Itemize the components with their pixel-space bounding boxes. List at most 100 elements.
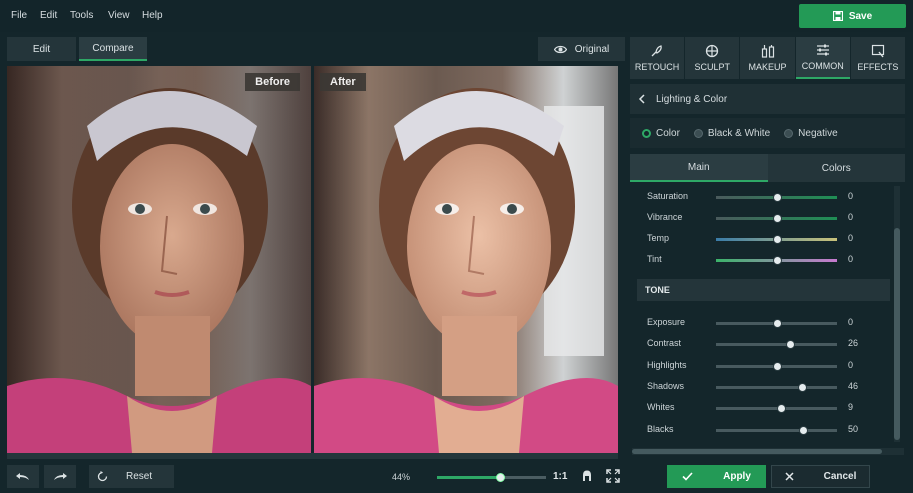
slider-value: 0 [848, 191, 854, 201]
tab-edit[interactable]: Edit [7, 37, 76, 61]
reset-label: Reset [126, 471, 153, 482]
sliders-icon [816, 44, 829, 56]
slider-knob[interactable] [799, 426, 809, 435]
scrollbar-thumb[interactable] [632, 449, 882, 454]
slider-knob[interactable] [772, 193, 782, 202]
reset-button[interactable]: Reset [89, 465, 174, 488]
slider-label: Contrast [647, 338, 682, 348]
photo-horizontal-scrollbar[interactable] [7, 453, 618, 459]
slider-label: Saturation [647, 191, 689, 201]
slider-track[interactable] [716, 340, 837, 349]
mode-negative[interactable]: Negative [784, 128, 838, 139]
slider-label: Highlights [647, 360, 687, 370]
eye-icon [553, 45, 567, 53]
retouch-brush-icon [651, 45, 662, 57]
slider-vibrance: Vibrance 0 [630, 207, 893, 227]
cancel-button[interactable]: Cancel [771, 465, 870, 488]
slider-track[interactable] [716, 319, 837, 328]
slider-track[interactable] [716, 256, 837, 265]
slider-track[interactable] [716, 235, 837, 244]
slider-track[interactable] [716, 426, 837, 435]
slider-knob[interactable] [785, 340, 795, 349]
zoom-slider-knob[interactable] [496, 473, 506, 482]
slider-knob[interactable] [777, 404, 787, 413]
menu-edit[interactable]: Edit [40, 10, 57, 21]
tool-effects[interactable]: EFFECTS [850, 37, 906, 79]
slider-knob[interactable] [772, 362, 782, 371]
tool-common-label: COMMON [801, 61, 844, 71]
menu-file[interactable]: File [11, 10, 27, 21]
panel-horizontal-scrollbar[interactable] [632, 448, 904, 455]
subtab-colors[interactable]: Colors [767, 154, 905, 182]
zoom-slider[interactable] [437, 473, 546, 482]
slider-value: 0 [848, 317, 854, 327]
slider-shadows: Shadows 46 [630, 376, 893, 396]
slider-value: 0 [848, 212, 854, 222]
slider-list: Saturation 0 Vibrance 0 Temp 0 Tint 0 TO… [630, 183, 893, 443]
mode-black-white[interactable]: Black & White [693, 128, 770, 139]
panel-title: Lighting & Color [656, 93, 728, 105]
slider-label: Vibrance [647, 212, 683, 222]
scrollbar-thumb[interactable] [894, 228, 900, 440]
tone-section-header: TONE [637, 279, 890, 301]
after-photo: After [314, 66, 618, 453]
slider-knob[interactable] [772, 256, 782, 265]
apply-button[interactable]: Apply [667, 465, 766, 488]
slider-knob[interactable] [797, 383, 807, 392]
slider-value: 0 [848, 233, 854, 243]
tool-makeup[interactable]: MAKEUP [740, 37, 795, 79]
menu-bar: File Edit Tools View Help Save [0, 0, 913, 32]
original-button[interactable]: Original [538, 37, 625, 61]
subtab-main[interactable]: Main [630, 154, 768, 182]
checkmark-icon [682, 472, 693, 481]
tool-makeup-label: MAKEUP [748, 62, 787, 72]
slider-label: Blacks [647, 424, 674, 434]
panel-vertical-scrollbar[interactable] [894, 186, 900, 442]
after-label: After [320, 73, 366, 91]
original-label: Original [574, 43, 610, 55]
apply-label: Apply [723, 471, 751, 482]
slider-label: Tint [647, 254, 662, 264]
tool-retouch-label: RETOUCH [634, 62, 680, 72]
slider-track[interactable] [716, 404, 837, 413]
mode-color[interactable]: Color [642, 128, 680, 139]
reset-icon [97, 471, 108, 482]
slider-knob[interactable] [772, 214, 782, 223]
redo-icon [54, 472, 67, 480]
slider-track[interactable] [716, 383, 837, 392]
tab-compare[interactable]: Compare [79, 37, 147, 61]
slider-track[interactable] [716, 362, 837, 371]
menu-tools[interactable]: Tools [70, 10, 93, 21]
mode-color-label: Color [656, 127, 680, 139]
effects-frame-icon [871, 44, 885, 58]
slider-value: 0 [848, 254, 854, 264]
slider-highlights: Highlights 0 [630, 355, 893, 375]
save-label: Save [848, 10, 873, 22]
tool-common[interactable]: COMMON [795, 37, 850, 79]
redo-button[interactable] [44, 465, 76, 488]
chevron-left-icon[interactable] [638, 94, 646, 104]
slider-saturation: Saturation 0 [630, 186, 893, 206]
slider-blacks: Blacks 50 [630, 419, 893, 439]
menu-view[interactable]: View [108, 10, 130, 21]
tool-retouch[interactable]: RETOUCH [630, 37, 685, 79]
slider-track[interactable] [716, 214, 837, 223]
slider-track[interactable] [716, 193, 837, 202]
adjustment-subtabs: Main Colors [630, 154, 905, 182]
menu-help[interactable]: Help [142, 10, 163, 21]
slider-value: 46 [848, 381, 859, 391]
after-portrait-illustration [314, 88, 618, 453]
slider-label: Whites [647, 402, 675, 412]
tool-sculpt[interactable]: SCULPT [685, 37, 740, 79]
fullscreen-icon[interactable] [606, 469, 620, 483]
tool-tabs: RETOUCH SCULPT MAKEUP COMMON EFFECTS [630, 37, 906, 79]
lighting-color-header[interactable]: Lighting & Color [630, 84, 905, 114]
undo-button[interactable] [7, 465, 39, 488]
slider-knob[interactable] [772, 319, 782, 328]
save-button[interactable]: Save [799, 4, 906, 28]
slider-knob[interactable] [772, 235, 782, 244]
makeup-bottles-icon [761, 45, 774, 58]
face-detect-icon[interactable] [580, 469, 594, 483]
slider-exposure: Exposure 0 [630, 312, 893, 332]
actual-size-button[interactable]: 1:1 [553, 471, 567, 482]
